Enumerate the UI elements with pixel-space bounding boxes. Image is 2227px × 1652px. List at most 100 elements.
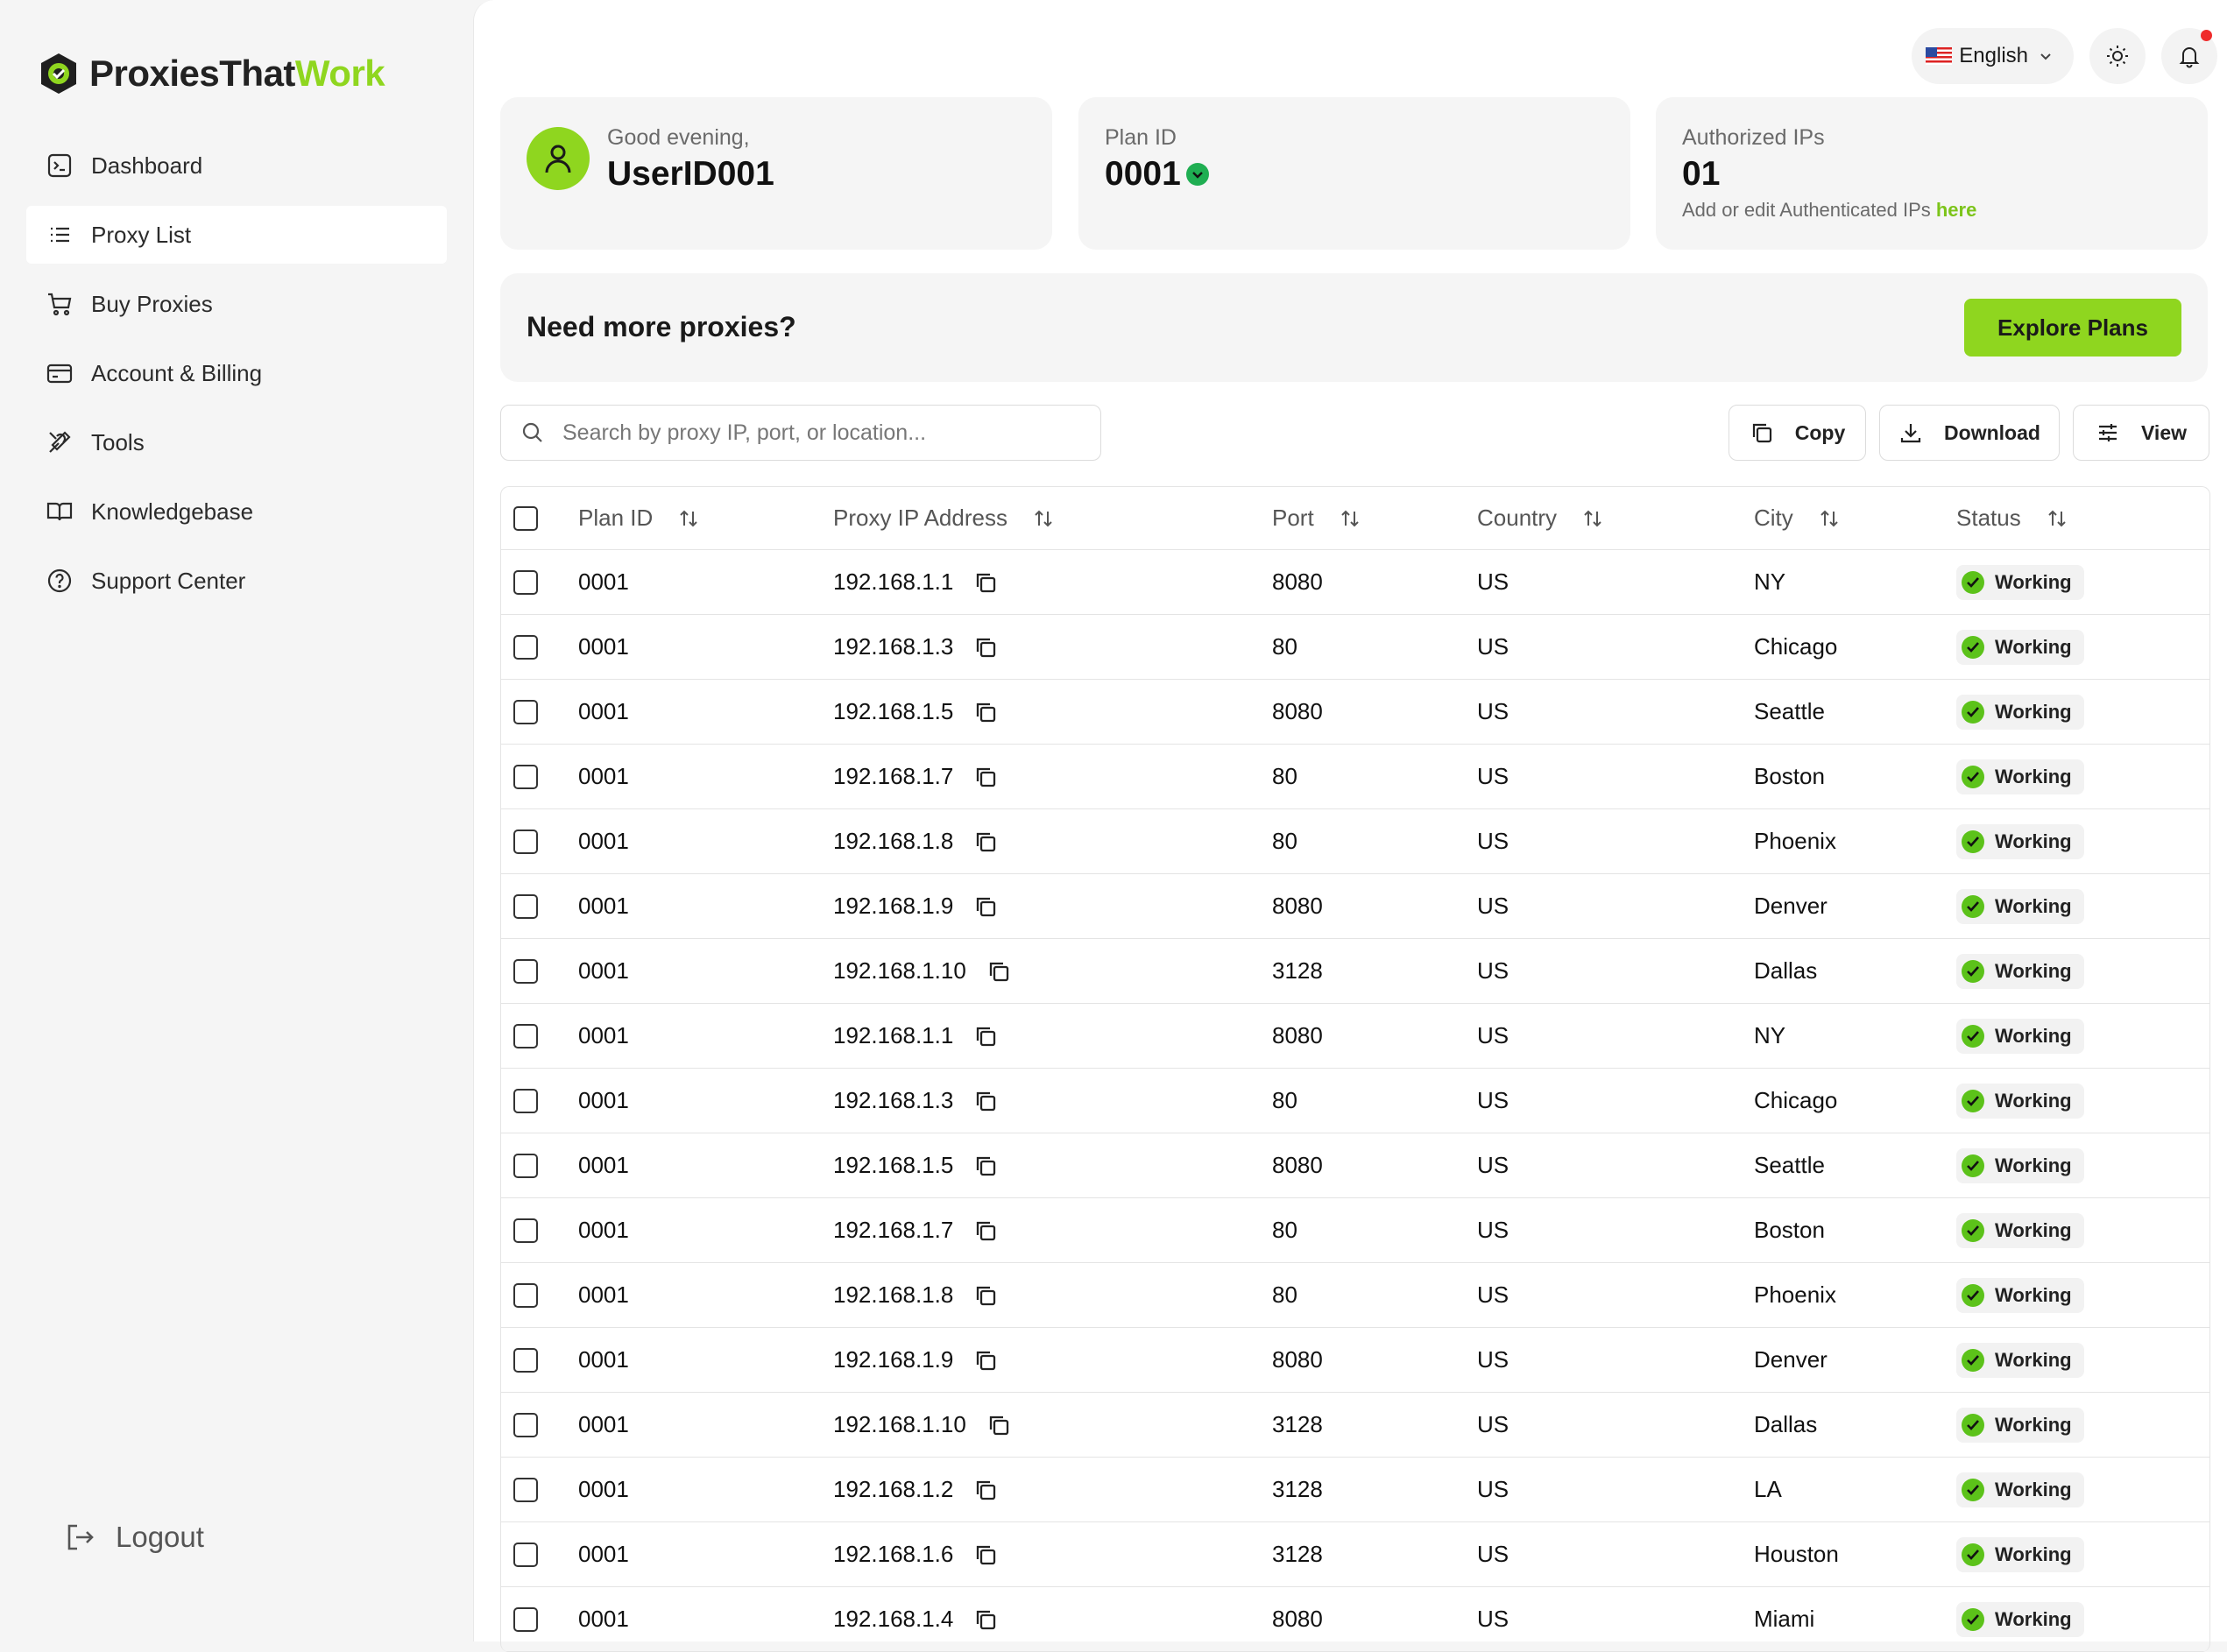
table-row[interactable]: 0001 192.168.1.10 3128 US Dallas Working — [501, 939, 2209, 1004]
table-row[interactable]: 0001 192.168.1.2 3128 US LA Working — [501, 1458, 2209, 1522]
search-box[interactable] — [500, 405, 1101, 461]
cell-plan-id: 0001 — [578, 633, 629, 660]
notification-badge — [2201, 30, 2212, 41]
sidebar: ProxiesThatWork Dashboard Proxy List Buy… — [0, 0, 473, 1641]
copy-ip-button[interactable] — [953, 1088, 999, 1114]
table-row[interactable]: 0001 192.168.1.4 8080 US Miami Working — [501, 1587, 2209, 1652]
copy-ip-button[interactable] — [953, 1542, 999, 1568]
column-header-plan-id[interactable]: Plan ID — [578, 487, 700, 549]
language-selector[interactable]: English — [1912, 28, 2074, 84]
view-options-button[interactable]: View — [2073, 405, 2209, 461]
column-header-city[interactable]: City — [1754, 487, 1841, 549]
copy-ip-button[interactable] — [953, 1153, 999, 1179]
copy-ip-button[interactable] — [953, 1218, 999, 1244]
cell-country: US — [1477, 1606, 1509, 1632]
sidebar-item-knowledgebase[interactable]: Knowledgebase — [26, 483, 447, 540]
cell-port: 80 — [1272, 763, 1297, 789]
copy-ip-button[interactable] — [966, 1412, 1012, 1438]
row-checkbox[interactable] — [513, 1606, 538, 1632]
brand-logo[interactable]: ProxiesThatWork — [37, 47, 385, 100]
notifications-button[interactable] — [2161, 28, 2217, 84]
row-checkbox[interactable] — [513, 829, 538, 854]
row-checkbox[interactable] — [513, 1088, 538, 1113]
cell-port: 80 — [1272, 1217, 1297, 1243]
sidebar-item-tools[interactable]: Tools — [26, 413, 447, 471]
table-row[interactable]: 0001 192.168.1.9 8080 US Denver Working — [501, 1328, 2209, 1393]
edit-ips-link[interactable]: here — [1936, 199, 1976, 221]
row-checkbox[interactable] — [513, 1023, 538, 1048]
table-row[interactable]: 0001 192.168.1.3 80 US Chicago Working — [501, 1069, 2209, 1133]
download-button[interactable]: Download — [1879, 405, 2060, 461]
row-checkbox[interactable] — [513, 893, 538, 919]
greeting-label: Good evening, — [607, 125, 750, 150]
copy-ip-button[interactable] — [966, 958, 1012, 985]
copy-icon — [977, 1545, 996, 1564]
copy-ip-button[interactable] — [953, 1477, 999, 1503]
row-checkbox[interactable] — [513, 958, 538, 984]
sidebar-item-dashboard[interactable]: Dashboard — [26, 137, 447, 194]
row-checkbox[interactable] — [513, 1153, 538, 1178]
sidebar-item-account-billing[interactable]: Account & Billing — [26, 344, 447, 402]
copy-ip-button[interactable] — [953, 634, 999, 660]
row-checkbox[interactable] — [513, 1218, 538, 1243]
status-label: Working — [1995, 1218, 2072, 1241]
cell-plan-id: 0001 — [578, 893, 629, 919]
row-checkbox[interactable] — [513, 634, 538, 660]
cell-city: Dallas — [1754, 957, 1818, 984]
table-row[interactable]: 0001 192.168.1.1 8080 US NY Working — [501, 1004, 2209, 1069]
table-row[interactable]: 0001 192.168.1.10 3128 US Dallas Working — [501, 1393, 2209, 1458]
column-header-port[interactable]: Port — [1272, 487, 1361, 549]
cell-city: Chicago — [1754, 633, 1838, 660]
copy-ip-button[interactable] — [953, 699, 999, 725]
row-checkbox[interactable] — [513, 569, 538, 595]
theme-toggle-button[interactable] — [2089, 28, 2146, 84]
row-checkbox[interactable] — [513, 1542, 538, 1567]
copy-button[interactable]: Copy — [1729, 405, 1866, 461]
check-circle-icon — [1962, 830, 1984, 853]
cell-city: Denver — [1754, 893, 1828, 919]
row-checkbox[interactable] — [513, 1282, 538, 1308]
copy-ip-button[interactable] — [953, 1606, 999, 1633]
table-row[interactable]: 0001 192.168.1.7 80 US Boston Working — [501, 1198, 2209, 1263]
column-header-proxy-ip[interactable]: Proxy IP Address — [833, 487, 1055, 549]
bell-icon — [2179, 47, 2200, 68]
copy-ip-button[interactable] — [953, 1023, 999, 1049]
plan-card: Plan ID 0001 — [1078, 97, 1630, 250]
sidebar-item-support-center[interactable]: Support Center — [26, 552, 447, 610]
row-checkbox[interactable] — [513, 1412, 538, 1437]
explore-plans-button[interactable]: Explore Plans — [1964, 299, 2181, 357]
sort-icon — [2048, 510, 2066, 526]
sidebar-item-buy-proxies[interactable]: Buy Proxies — [26, 275, 447, 333]
copy-ip-button[interactable] — [953, 569, 999, 596]
cell-country: US — [1477, 633, 1509, 660]
sidebar-item-proxy-list[interactable]: Proxy List — [26, 206, 447, 264]
check-circle-icon — [1962, 959, 1984, 983]
row-checkbox[interactable] — [513, 699, 538, 724]
select-all-checkbox[interactable] — [513, 505, 538, 531]
table-row[interactable]: 0001 192.168.1.1 8080 US NY Working — [501, 550, 2209, 615]
cell-country: US — [1477, 1217, 1509, 1243]
copy-ip-button[interactable] — [953, 764, 999, 790]
column-header-status[interactable]: Status — [1956, 487, 2068, 549]
status-label: Working — [1995, 959, 2072, 982]
table-row[interactable]: 0001 192.168.1.5 8080 US Seattle Working — [501, 1133, 2209, 1198]
copy-ip-button[interactable] — [953, 829, 999, 855]
copy-ip-button[interactable] — [953, 893, 999, 920]
copy-ip-button[interactable] — [953, 1347, 999, 1373]
table-row[interactable]: 0001 192.168.1.5 8080 US Seattle Working — [501, 680, 2209, 745]
logout-button[interactable]: Logout — [63, 1521, 204, 1554]
table-row[interactable]: 0001 192.168.1.8 80 US Phoenix Working — [501, 1263, 2209, 1328]
row-checkbox[interactable] — [513, 1347, 538, 1373]
row-checkbox[interactable] — [513, 1477, 538, 1502]
search-input[interactable] — [561, 419, 1072, 447]
row-checkbox[interactable] — [513, 764, 538, 789]
copy-ip-button[interactable] — [953, 1282, 999, 1309]
table-row[interactable]: 0001 192.168.1.3 80 US Chicago Working — [501, 615, 2209, 680]
table-row[interactable]: 0001 192.168.1.7 80 US Boston Working — [501, 745, 2209, 809]
plan-id-value: 0001 — [1105, 155, 1211, 194]
table-row[interactable]: 0001 192.168.1.6 3128 US Houston Working — [501, 1522, 2209, 1587]
table-row[interactable]: 0001 192.168.1.8 80 US Phoenix Working — [501, 809, 2209, 874]
cell-proxy-ip: 192.168.1.9 — [833, 1346, 954, 1373]
column-header-country[interactable]: Country — [1477, 487, 1604, 549]
table-row[interactable]: 0001 192.168.1.9 8080 US Denver Working — [501, 874, 2209, 939]
